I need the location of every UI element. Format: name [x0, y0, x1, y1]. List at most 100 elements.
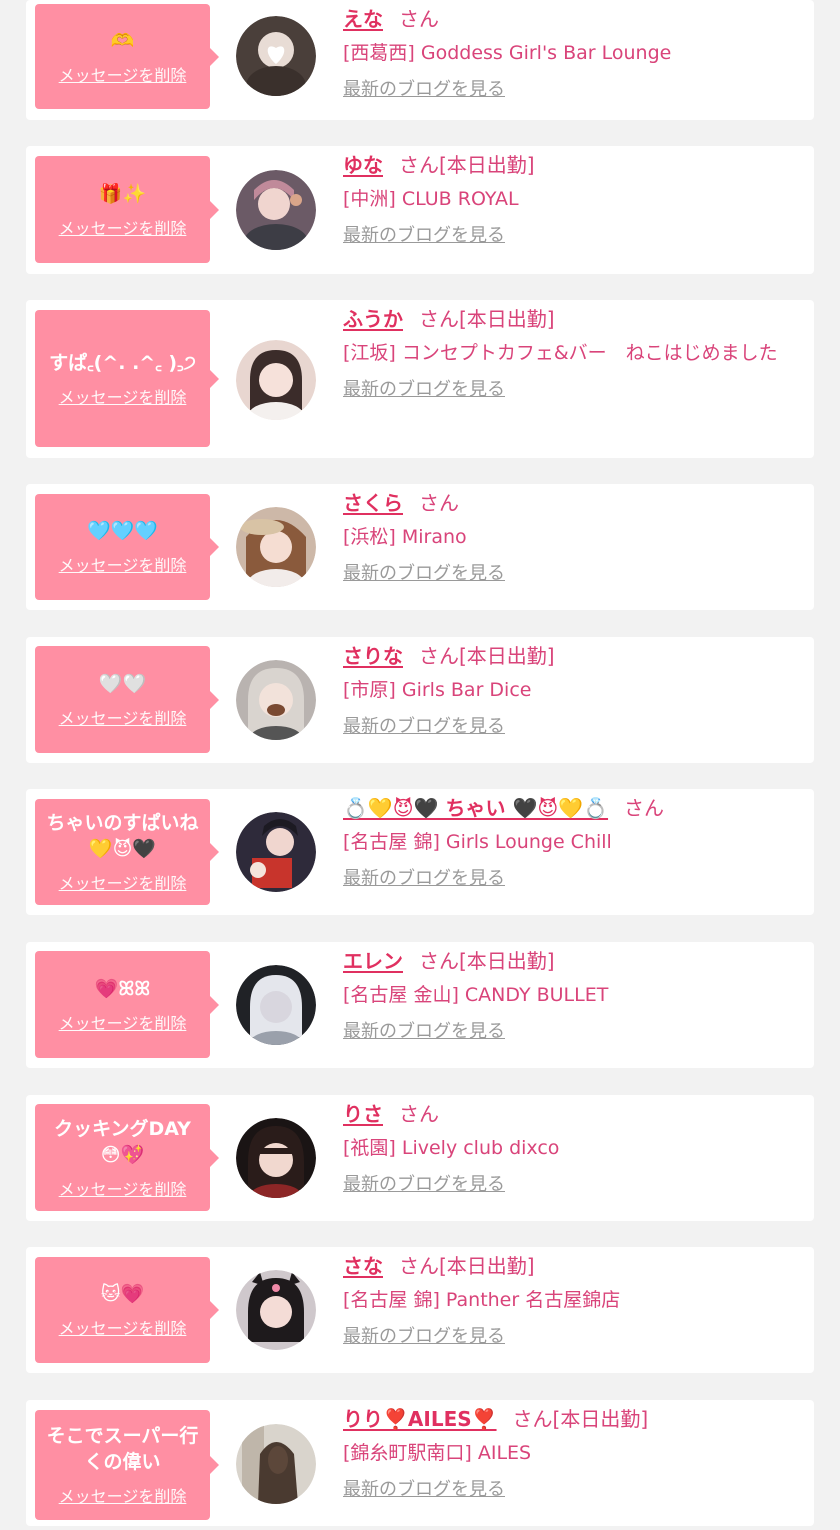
today-badge: [本日出勤]: [459, 949, 555, 973]
shop-name: [江坂] コンセプトカフェ&バー ねこはじめました: [343, 342, 778, 364]
delete-message-link[interactable]: メッセージを削除: [59, 215, 187, 239]
profile-info: さな さん[本日出勤] [名古屋 錦] Panther 名古屋錦店 最新のブログを…: [343, 1252, 800, 1348]
shop-name: [浜松] Mirano: [343, 526, 467, 548]
shop-name: [西葛西] Goddess Girl's Bar Lounge: [343, 42, 672, 64]
honorific: さん: [419, 307, 459, 331]
message-text: クッキングDAY 😳💖: [54, 1117, 191, 1166]
message-bubble: 🐱💗 メッセージを削除: [35, 1257, 219, 1363]
avatar[interactable]: [236, 1424, 316, 1504]
shop-name: [市原] Girls Bar Dice: [343, 679, 532, 701]
delete-message-link[interactable]: メッセージを削除: [59, 1483, 187, 1507]
avatar[interactable]: [236, 1270, 316, 1350]
blog-link[interactable]: 最新のブログを見る: [343, 1170, 505, 1196]
profile-name-link[interactable]: りさ: [343, 1102, 383, 1126]
delete-message-link[interactable]: メッセージを削除: [59, 552, 187, 576]
avatar[interactable]: [236, 660, 316, 740]
message-text: 🐱💗: [100, 1283, 145, 1305]
honorific: さん: [419, 491, 459, 515]
profile-name-link[interactable]: ゆな: [343, 153, 383, 177]
message-bubble: 💗ꕤꕤ メッセージを削除: [35, 951, 219, 1058]
message-bubble: 🤍🤍 メッセージを削除: [35, 646, 219, 753]
avatar[interactable]: [236, 16, 316, 96]
shop-name: [名古屋 金山] CANDY BULLET: [343, 984, 609, 1006]
delete-message-link[interactable]: メッセージを削除: [59, 1010, 187, 1034]
avatar[interactable]: [236, 1118, 316, 1198]
shop-name: [名古屋 錦] Panther 名古屋錦店: [343, 1289, 621, 1311]
avatar[interactable]: [236, 812, 316, 892]
delete-message-link[interactable]: メッセージを削除: [59, 1315, 187, 1339]
profile-info: 💍💛😈🖤 ちゃい 🖤😈💛💍 さん [名古屋 錦] Girls Lounge Chi…: [343, 794, 800, 890]
list-item: ちゃいのすぱいね 💛😈🖤 メッセージを削除 💍💛😈🖤 ちゃい 🖤😈💛💍 さん [名…: [26, 789, 814, 915]
profile-name-link[interactable]: エレン: [343, 949, 403, 973]
avatar[interactable]: [236, 340, 316, 420]
message-text: 💗ꕤꕤ: [94, 977, 151, 1000]
message-text: 🤍🤍: [98, 672, 147, 695]
profile-info: りさ さん [祇園] Lively club dixco 最新のブログを見る: [343, 1100, 800, 1196]
message-bubble: クッキングDAY 😳💖 メッセージを削除: [35, 1104, 219, 1211]
blog-link[interactable]: 最新のブログを見る: [343, 864, 505, 890]
profile-info: えな さん [西葛西] Goddess Girl's Bar Lounge 最新の…: [343, 5, 800, 101]
message-text: 🎁✨: [98, 182, 147, 205]
list-item: 🫶 メッセージを削除 えな さん [西葛西] Goddess Girl's Bar…: [26, 0, 814, 120]
list-item: 🐱💗 メッセージを削除 さな さん[本日出勤] [名古屋 錦] Panther 名…: [26, 1247, 814, 1373]
profile-name-link[interactable]: ふうか: [343, 307, 403, 331]
delete-message-link[interactable]: メッセージを削除: [59, 62, 187, 86]
shop-name: [中洲] CLUB ROYAL: [343, 188, 519, 210]
profile-name-link[interactable]: りり❣️AILES❣️: [343, 1407, 497, 1431]
blog-link[interactable]: 最新のブログを見る: [343, 712, 505, 738]
message-text: すぱ꜀(^. .^꜀ )꜆੭: [49, 351, 196, 374]
profile-name-link[interactable]: さくら: [343, 491, 403, 515]
delete-message-link[interactable]: メッセージを削除: [59, 1176, 187, 1200]
shop-name: [祇園] Lively club dixco: [343, 1137, 560, 1159]
message-bubble: すぱ꜀(^. .^꜀ )꜆੭ メッセージを削除: [35, 310, 219, 447]
profile-name-link[interactable]: えな: [343, 7, 383, 31]
message-bubble: 🩵🩵🩵 メッセージを削除: [35, 494, 219, 600]
avatar[interactable]: [236, 507, 316, 587]
honorific: さん: [399, 1102, 439, 1126]
blog-link[interactable]: 最新のブログを見る: [343, 559, 505, 585]
list-item: 🩵🩵🩵 メッセージを削除 さくら さん [浜松] Mirano 最新のブログを見る: [26, 484, 814, 610]
today-badge: [本日出勤]: [439, 1254, 535, 1278]
message-bubble: 🎁✨ メッセージを削除: [35, 156, 219, 263]
blog-link[interactable]: 最新のブログを見る: [343, 1017, 505, 1043]
shop-name: [名古屋 錦] Girls Lounge Chill: [343, 831, 612, 853]
profile-info: さりな さん[本日出勤] [市原] Girls Bar Dice 最新のブログを見…: [343, 642, 800, 738]
profile-name-link[interactable]: さな: [343, 1254, 383, 1278]
honorific: さん: [419, 644, 459, 668]
list-item: 💗ꕤꕤ メッセージを削除 エレン さん[本日出勤] [名古屋 金山] CANDY …: [26, 942, 814, 1068]
list-item: クッキングDAY 😳💖 メッセージを削除 りさ さん [祇園] Lively cl…: [26, 1095, 814, 1221]
message-text: そこでスーパー行 くの偉い: [46, 1425, 199, 1473]
profile-name-link[interactable]: さりな: [343, 644, 403, 668]
honorific: さん: [399, 7, 439, 31]
profile-info: りり❣️AILES❣️ さん[本日出勤] [錦糸町駅南口] AILES 最新のブロ…: [343, 1405, 800, 1501]
today-badge: [本日出勤]: [552, 1407, 649, 1431]
today-badge: [本日出勤]: [459, 644, 555, 668]
shop-name: [錦糸町駅南口] AILES: [343, 1442, 532, 1464]
list-item: すぱ꜀(^. .^꜀ )꜆੭ メッセージを削除 ふうか さん[本日出勤] [江坂]…: [26, 300, 814, 458]
avatar[interactable]: [236, 965, 316, 1045]
message-text: 🩵🩵🩵: [87, 520, 158, 542]
message-list: 🫶 メッセージを削除 えな さん [西葛西] Goddess Girl's Bar…: [0, 0, 840, 1530]
honorific: さん: [419, 949, 459, 973]
honorific: さん: [399, 153, 439, 177]
honorific: さん: [624, 796, 665, 820]
blog-link[interactable]: 最新のブログを見る: [343, 1322, 505, 1348]
delete-message-link[interactable]: メッセージを削除: [59, 870, 187, 894]
message-text: 🫶: [110, 29, 135, 52]
today-badge: [本日出勤]: [439, 153, 535, 177]
list-item: 🎁✨ メッセージを削除 ゆな さん[本日出勤] [中洲] CLUB ROYAL 最…: [26, 146, 814, 274]
avatar[interactable]: [236, 170, 316, 250]
message-bubble: 🫶 メッセージを削除: [35, 4, 219, 109]
list-item: そこでスーパー行 くの偉い メッセージを削除 りり❣️AILES❣️ さん[本日出…: [26, 1400, 814, 1526]
message-bubble: ちゃいのすぱいね 💛😈🖤 メッセージを削除: [35, 799, 219, 905]
delete-message-link[interactable]: メッセージを削除: [59, 705, 187, 729]
message-text: ちゃいのすぱいね 💛😈🖤: [46, 812, 199, 860]
blog-link[interactable]: 最新のブログを見る: [343, 375, 505, 401]
delete-message-link[interactable]: メッセージを削除: [59, 384, 187, 408]
profile-info: エレン さん[本日出勤] [名古屋 金山] CANDY BULLET 最新のブログ…: [343, 947, 800, 1043]
blog-link[interactable]: 最新のブログを見る: [343, 1475, 505, 1501]
profile-name-link[interactable]: 💍💛😈🖤 ちゃい 🖤😈💛💍: [343, 796, 608, 820]
blog-link[interactable]: 最新のブログを見る: [343, 75, 505, 101]
blog-link[interactable]: 最新のブログを見る: [343, 221, 505, 247]
profile-info: ふうか さん[本日出勤] [江坂] コンセプトカフェ&バー ねこはじめました 最新…: [343, 305, 800, 401]
